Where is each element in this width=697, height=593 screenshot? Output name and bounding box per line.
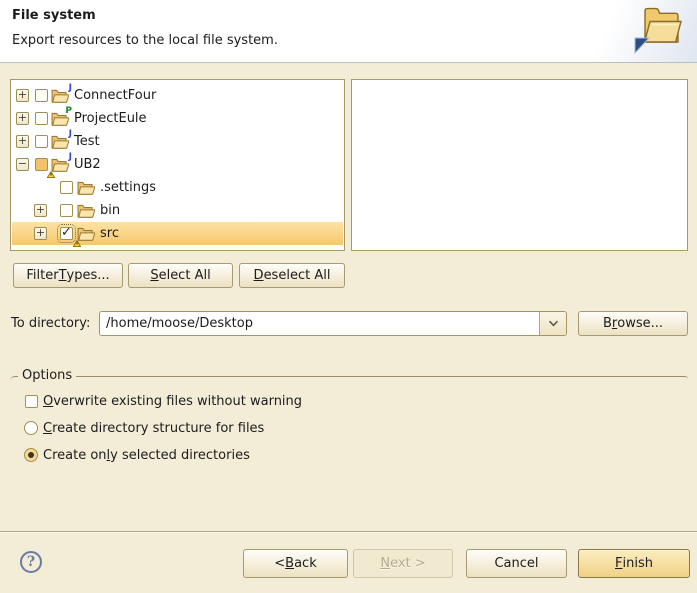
button-label: F — [615, 556, 622, 571]
chevron-down-icon — [548, 320, 559, 327]
expander-plus-icon[interactable]: + — [34, 204, 47, 217]
cancel-button[interactable]: Cancel — [466, 549, 567, 578]
expander-plus-icon[interactable]: + — [16, 89, 29, 102]
tree-item-label: bin — [100, 203, 120, 218]
button-label: elect All — [159, 268, 211, 283]
select-all-button[interactable]: Select All — [128, 263, 233, 288]
button-label: S — [150, 268, 158, 283]
button-label: B — [285, 556, 294, 571]
resource-tree: + J ConnectFour + P ProjectEule + J Test… — [10, 79, 345, 251]
overwrite-label[interactable]: Overwrite existing files without warning — [43, 394, 302, 409]
warning-overlay-icon — [47, 167, 55, 174]
tree-item-bin[interactable]: + bin — [12, 199, 343, 222]
expander-plus-icon[interactable]: + — [16, 112, 29, 125]
warning-overlay-icon — [73, 236, 81, 243]
create-directory-structure-label[interactable]: Create directory structure for files — [43, 421, 264, 436]
checkbox-src-checked[interactable]: ✓ — [60, 227, 73, 240]
expander-minus-icon[interactable]: − — [16, 158, 29, 171]
page-title: File system — [12, 8, 96, 23]
finish-button[interactable]: Finish — [578, 549, 690, 578]
tree-item-ub2[interactable]: − J UB2 — [12, 153, 343, 176]
folder-open-icon: J — [51, 88, 69, 103]
help-icon: ? — [27, 554, 35, 570]
export-folder-icon — [631, 4, 687, 60]
button-label: Filter — [26, 268, 58, 283]
button-label: Cancel — [494, 556, 538, 571]
button-label: owse... — [617, 316, 663, 331]
overwrite-checkbox[interactable] — [25, 395, 38, 408]
expander-plus-icon[interactable]: + — [16, 135, 29, 148]
create-only-selected-radio[interactable] — [24, 448, 38, 462]
tree-item-label: Test — [74, 134, 100, 149]
create-directory-structure-radio[interactable] — [24, 421, 38, 435]
next-button: Next > — [353, 549, 453, 578]
button-label: eselect All — [264, 268, 331, 283]
button-label: D — [254, 268, 264, 283]
folder-open-icon: P — [51, 111, 69, 126]
footer-separator — [0, 531, 697, 533]
help-button[interactable]: ? — [20, 551, 42, 573]
java-project-decorator: J — [69, 83, 72, 93]
project-decorator: P — [65, 106, 72, 116]
button-label: T — [59, 268, 67, 283]
tree-item-test[interactable]: + J Test — [12, 130, 343, 153]
browse-button[interactable]: Browse... — [578, 311, 688, 336]
back-button[interactable]: < Back — [243, 549, 348, 578]
checkbox-settings[interactable] — [60, 181, 73, 194]
expander-plus-icon[interactable]: + — [34, 227, 47, 240]
file-list-panel[interactable] — [351, 79, 688, 251]
options-group: Options Overwrite existing files without… — [10, 376, 688, 466]
directory-input[interactable] — [100, 312, 539, 335]
create-only-selected-label[interactable]: Create only selected directories — [43, 448, 250, 463]
folder-open-icon: J — [51, 157, 69, 172]
directory-combo — [99, 311, 567, 336]
tree-item-label: .settings — [100, 180, 156, 195]
folder-open-icon: J — [51, 134, 69, 149]
folder-open-icon — [77, 226, 95, 241]
button-label: B — [603, 316, 612, 331]
checkbox-bin[interactable] — [60, 204, 73, 217]
folder-open-icon — [77, 180, 95, 195]
button-label: < — [274, 556, 285, 571]
button-label: inish — [623, 556, 653, 571]
tree-item-label: ConnectFour — [74, 88, 156, 103]
java-project-decorator: J — [69, 129, 72, 139]
dialog-header: File system Export resources to the loca… — [0, 0, 697, 63]
checkbox-projecteule[interactable] — [35, 112, 48, 125]
page-subtitle: Export resources to the local file syste… — [12, 33, 278, 48]
checkmark-icon: ✓ — [61, 225, 72, 240]
checkbox-test[interactable] — [35, 135, 48, 148]
deselect-all-button[interactable]: Deselect All — [239, 263, 345, 288]
tree-item-settings[interactable]: .settings — [12, 176, 343, 199]
tree-item-src[interactable]: + ✓ src — [12, 222, 343, 245]
options-group-title: Options — [18, 368, 76, 383]
combo-dropdown-button[interactable] — [539, 312, 566, 335]
tree-item-projecteule[interactable]: + P ProjectEule — [12, 107, 343, 130]
folder-open-icon — [77, 203, 95, 218]
to-directory-label: To directory: — [11, 316, 90, 331]
tree-item-connectfour[interactable]: + J ConnectFour — [12, 84, 343, 107]
tree-item-label: ProjectEule — [74, 111, 147, 126]
button-label: ext > — [390, 556, 426, 571]
checkbox-connectfour[interactable] — [35, 89, 48, 102]
button-label: ack — [294, 556, 317, 571]
tree-item-label: src — [100, 226, 119, 241]
button-label: ypes... — [67, 268, 110, 283]
tree-item-label: UB2 — [74, 157, 101, 172]
filter-types-button[interactable]: Filter Types... — [13, 263, 123, 288]
java-project-decorator: J — [69, 152, 72, 162]
button-label: N — [380, 556, 390, 571]
